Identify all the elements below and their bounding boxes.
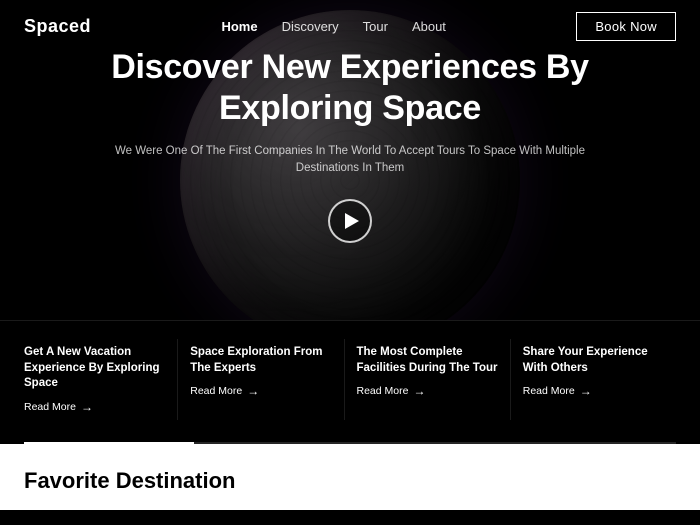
read-more-text-1: Read More — [24, 401, 76, 413]
nav-about[interactable]: About — [412, 19, 446, 34]
nav-tour[interactable]: Tour — [363, 19, 388, 34]
features-row: Get A New Vacation Experience By Explori… — [0, 320, 700, 432]
read-more-link-2[interactable]: Read More → — [190, 384, 331, 398]
nav-links: Home Discovery Tour About — [221, 19, 445, 34]
read-more-text-2: Read More — [190, 385, 242, 397]
nav-discovery[interactable]: Discovery — [282, 19, 339, 34]
hero-title: Discover New Experiences By Exploring Sp… — [60, 47, 640, 129]
nav-home[interactable]: Home — [221, 19, 257, 34]
arrow-icon-4: → — [580, 384, 592, 398]
navbar: Spaced Home Discovery Tour About Book No… — [0, 0, 700, 53]
feature-item-3: The Most Complete Facilities During The … — [345, 339, 511, 420]
favorite-section: Favorite Destination — [0, 444, 700, 510]
read-more-link-3[interactable]: Read More → — [357, 384, 498, 398]
play-icon — [345, 213, 359, 229]
arrow-icon-2: → — [247, 384, 259, 398]
hero-subtitle: We Were One Of The First Companies In Th… — [110, 143, 590, 178]
progress-bar-fill — [24, 442, 194, 444]
hero-content: Discover New Experiences By Exploring Sp… — [0, 47, 700, 243]
feature-title-4: Share Your Experience With Others — [523, 345, 664, 376]
play-button[interactable] — [328, 199, 372, 243]
progress-bar-container — [24, 442, 676, 444]
book-now-button[interactable]: Book Now — [576, 12, 676, 41]
feature-item-4: Share Your Experience With Others Read M… — [511, 339, 676, 420]
read-more-link-4[interactable]: Read More → — [523, 384, 664, 398]
feature-title-2: Space Exploration From The Experts — [190, 345, 331, 376]
arrow-icon-1: → — [81, 400, 93, 414]
read-more-text-3: Read More — [357, 385, 409, 397]
read-more-text-4: Read More — [523, 385, 575, 397]
arrow-icon-3: → — [413, 384, 425, 398]
read-more-link-1[interactable]: Read More → — [24, 400, 165, 414]
logo: Spaced — [24, 16, 91, 37]
favorite-section-title: Favorite Destination — [24, 468, 676, 494]
feature-item-2: Space Exploration From The Experts Read … — [178, 339, 344, 420]
feature-title-3: The Most Complete Facilities During The … — [357, 345, 498, 376]
feature-title-1: Get A New Vacation Experience By Explori… — [24, 345, 165, 392]
feature-item-1: Get A New Vacation Experience By Explori… — [24, 339, 178, 420]
